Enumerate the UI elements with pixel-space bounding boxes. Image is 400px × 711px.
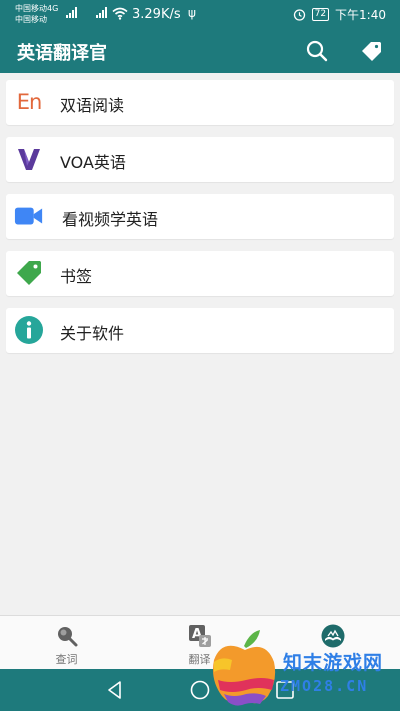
menu-list: En 双语阅读 VOA英语 看视频学英语 书签 关于软件 bbox=[6, 80, 394, 365]
search-icon bbox=[306, 40, 328, 62]
menu-item-voa-english[interactable]: VOA英语 bbox=[6, 137, 394, 182]
search-icon bbox=[57, 627, 77, 647]
tab-label: 查词 bbox=[55, 653, 78, 666]
menu-item-about[interactable]: 关于软件 bbox=[6, 308, 394, 353]
watermark: 知末游戏网 ZMO28.CN bbox=[210, 624, 400, 711]
alarm-icon bbox=[293, 9, 305, 21]
en-text-icon: En bbox=[14, 87, 44, 117]
tag-icon bbox=[362, 42, 381, 61]
menu-item-bookmarks[interactable]: 书签 bbox=[6, 251, 394, 296]
back-icon[interactable] bbox=[104, 679, 126, 701]
menu-item-label: VOA英语 bbox=[60, 153, 126, 172]
video-camera-icon bbox=[14, 207, 43, 225]
battery-icon: 72 bbox=[311, 8, 330, 21]
menu-item-label: 关于软件 bbox=[60, 324, 125, 343]
carrier-info: 中国移动4G 中国移动 bbox=[15, 3, 58, 25]
home-icon[interactable] bbox=[189, 679, 211, 701]
net-speed: 3.29K/s bbox=[132, 7, 181, 22]
apple-logo-icon bbox=[213, 630, 276, 706]
tab-lookup[interactable]: 查词 bbox=[0, 616, 133, 670]
bookmark-tag-icon bbox=[17, 261, 41, 285]
app-bar: 英语翻译官 bbox=[0, 28, 400, 73]
menu-item-label: 双语阅读 bbox=[60, 96, 125, 115]
menu-item-video-learning[interactable]: 看视频学英语 bbox=[6, 194, 394, 239]
signal-icon bbox=[96, 6, 107, 18]
translate-icon: A bbox=[188, 625, 211, 647]
menu-item-label: 看视频学英语 bbox=[62, 210, 159, 229]
status-bar: 中国移动4G 中国移动 3.29K/s ψ 72 下午1:40 bbox=[0, 0, 400, 28]
menu-item-label: 书签 bbox=[60, 267, 93, 286]
bookmarks-button[interactable] bbox=[358, 37, 386, 65]
watermark-line-1: 知末游戏网 bbox=[283, 652, 384, 674]
usb-icon: ψ bbox=[188, 6, 196, 20]
en-icon-text: En bbox=[16, 90, 43, 114]
info-icon bbox=[15, 316, 43, 344]
signal-icon bbox=[66, 6, 77, 18]
wifi-icon bbox=[112, 7, 128, 20]
search-button[interactable] bbox=[303, 37, 331, 65]
page-title: 英语翻译官 bbox=[17, 43, 107, 64]
menu-item-bilingual-reading[interactable]: En 双语阅读 bbox=[6, 80, 394, 125]
carrier-2: 中国移动 bbox=[15, 15, 47, 24]
clock: 下午1:40 bbox=[335, 8, 386, 22]
voa-v-icon bbox=[18, 149, 40, 170]
carrier-1: 中国移动4G bbox=[15, 4, 59, 13]
watermark-line-2: ZMO28.CN bbox=[280, 677, 369, 695]
